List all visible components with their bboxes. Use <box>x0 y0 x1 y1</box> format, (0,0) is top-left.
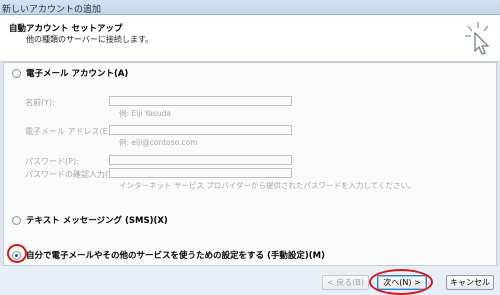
cancel-button[interactable]: キャンセル <box>446 275 494 290</box>
radio-sms[interactable]: テキスト メッセージング (SMS)(X) <box>12 214 168 226</box>
radio-email-account-label: 電子メール アカウント(A) <box>26 69 129 79</box>
radio-sms-label: テキスト メッセージング (SMS)(X) <box>26 216 168 226</box>
name-label: 名前(Y): <box>25 98 55 107</box>
password-hint: インターネット サービス プロバイダーから提供されたパスワードを入力してください… <box>119 181 416 190</box>
email-label: 電子メール アドレス(E): <box>25 127 114 136</box>
radio-sms-button[interactable] <box>12 215 21 225</box>
email-hint: 例: eiji@contoso.com <box>119 138 198 147</box>
annotation-circle-radio <box>7 244 27 263</box>
email-input[interactable] <box>109 125 292 135</box>
radio-email-account-button[interactable] <box>12 68 21 78</box>
password-confirm-input[interactable] <box>109 168 292 178</box>
password-confirm-label: パスワードの確認入力(T): <box>25 170 119 179</box>
back-button[interactable]: < 戻る(B) <box>322 275 369 290</box>
wizard-header: 自動アカウント セットアップ 他の種類のサーバーに接続します。 <box>0 15 500 62</box>
password-label: パスワード(P): <box>25 157 79 166</box>
window-title: 新しいアカウントの追加 <box>2 5 102 15</box>
title-bar: 新しいアカウントの追加 <box>0 0 500 15</box>
radio-email-account[interactable]: 電子メール アカウント(A) <box>12 67 128 79</box>
name-input[interactable] <box>109 96 292 106</box>
password-input[interactable] <box>109 155 292 165</box>
annotation-circle-next <box>369 269 433 295</box>
radio-manual-setup-label: 自分で電子メールやその他のサービスを使うための設定をする (手動設定)(M) <box>26 251 325 261</box>
header-title: 自動アカウント セットアップ <box>9 24 123 34</box>
header-subtitle: 他の種類のサーバーに接続します。 <box>26 35 154 44</box>
name-hint: 例: Eiji Yasuda <box>119 109 171 118</box>
cursor-click-icon <box>465 22 490 55</box>
radio-manual-setup[interactable]: 自分で電子メールやその他のサービスを使うための設定をする (手動設定)(M) <box>12 249 325 261</box>
